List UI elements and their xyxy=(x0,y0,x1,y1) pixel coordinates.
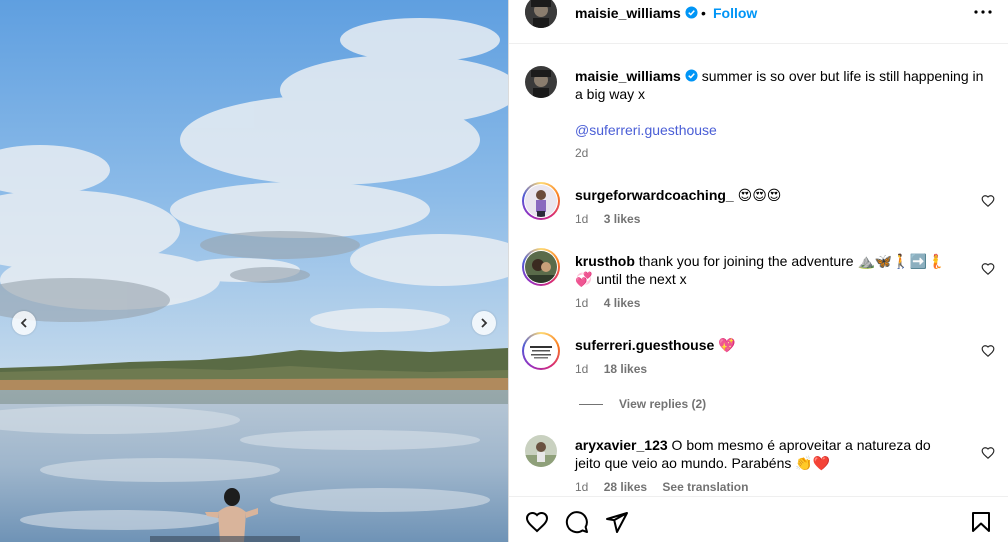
lake-scene-image xyxy=(0,0,508,542)
comment-text: thank you for joining the adventure ⛰️🦋🚶… xyxy=(638,253,945,269)
comment-icon[interactable] xyxy=(565,510,589,534)
actions-divider xyxy=(509,496,1008,497)
view-replies-button[interactable]: View replies (2) xyxy=(579,397,706,411)
next-photo-button[interactable] xyxy=(472,311,496,335)
comment-age: 1d xyxy=(575,480,589,494)
comment-text: O bom mesmo é aproveitar a natureza do xyxy=(671,437,931,453)
comments-section: maisie_williams summer is so over but li… xyxy=(509,44,1008,496)
comment-likes[interactable]: 3 likes xyxy=(604,212,641,226)
commenter-avatar xyxy=(525,251,557,283)
comment-meta: 1d 4 likes xyxy=(575,296,652,310)
comment-likes[interactable]: 28 likes xyxy=(604,480,647,494)
heart-icon[interactable] xyxy=(981,344,995,358)
comment-username[interactable]: krusthob xyxy=(575,253,635,269)
story-ring[interactable] xyxy=(522,248,560,286)
follow-button[interactable]: Follow xyxy=(713,5,757,21)
share-icon[interactable] xyxy=(605,510,629,534)
comment-meta: 1d 18 likes xyxy=(575,362,659,376)
comment-meta: 1d 28 likes See translation xyxy=(575,480,760,494)
commenter-avatar[interactable] xyxy=(525,435,557,467)
post-photo[interactable] xyxy=(0,0,508,542)
verified-icon xyxy=(685,69,698,82)
comment-text: 😍😍😍 xyxy=(737,187,782,203)
comment-text-continued: 💞 until the next x xyxy=(575,271,687,287)
story-ring[interactable] xyxy=(522,182,560,220)
comment-username[interactable]: aryxavier_123 xyxy=(575,437,668,453)
comment-text-block: krusthob thank you for joining the adven… xyxy=(575,252,975,288)
heart-icon[interactable] xyxy=(981,262,995,276)
comment-text: 💖 xyxy=(718,337,736,353)
post-side-panel: maisie_williams • Follow maisie_williams… xyxy=(508,0,1008,542)
chevron-left-icon xyxy=(20,318,27,328)
view-replies-label: View replies (2) xyxy=(619,397,707,411)
post-action-bar xyxy=(509,506,1008,536)
caption-text-block: maisie_williams summer is so over but li… xyxy=(575,67,995,103)
verified-icon xyxy=(685,6,698,19)
comment-username[interactable]: suferreri.guesthouse xyxy=(575,337,714,353)
chevron-right-icon xyxy=(481,318,488,328)
author-avatar[interactable] xyxy=(525,0,557,28)
caption-mention-link[interactable]: @suferreri.guesthouse xyxy=(575,122,717,138)
comment-age: 1d xyxy=(575,362,589,376)
comment-likes[interactable]: 4 likes xyxy=(604,296,641,310)
previous-photo-button[interactable] xyxy=(12,311,36,335)
see-translation-link[interactable]: See translation xyxy=(662,480,748,494)
more-icon[interactable] xyxy=(971,2,995,22)
caption-timestamp: 2d xyxy=(575,146,589,160)
commenter-avatar xyxy=(525,185,557,217)
post-header: maisie_williams • Follow xyxy=(509,0,1008,28)
comment-text-block: suferreri.guesthouse 💖 xyxy=(575,336,975,354)
heart-icon[interactable] xyxy=(981,446,995,460)
comment-meta: 1d 3 likes xyxy=(575,212,652,226)
comment-text-continued: jeito que veio ao mundo. Parabéns 👏❤️ xyxy=(575,455,831,471)
story-ring[interactable] xyxy=(522,332,560,370)
caption-username[interactable]: maisie_williams xyxy=(575,68,698,84)
heart-icon[interactable] xyxy=(525,510,549,534)
replies-line xyxy=(579,403,603,405)
author-username[interactable]: maisie_williams xyxy=(575,5,698,21)
comment-likes[interactable]: 18 likes xyxy=(604,362,647,376)
comment-age: 1d xyxy=(575,296,589,310)
comment-age: 1d xyxy=(575,212,589,226)
comment-text-block: surgeforwardcoaching_ 😍😍😍 xyxy=(575,186,975,204)
comment-text-block: aryxavier_123 O bom mesmo é aproveitar a… xyxy=(575,436,985,472)
caption-author-avatar[interactable] xyxy=(525,66,557,98)
bookmark-icon[interactable] xyxy=(969,510,993,534)
comment-username[interactable]: surgeforwardcoaching_ xyxy=(575,187,734,203)
heart-icon[interactable] xyxy=(981,194,995,208)
separator-dot: • xyxy=(701,5,706,21)
instagram-post-modal: maisie_williams • Follow maisie_williams… xyxy=(0,0,1008,542)
commenter-avatar xyxy=(525,335,557,367)
